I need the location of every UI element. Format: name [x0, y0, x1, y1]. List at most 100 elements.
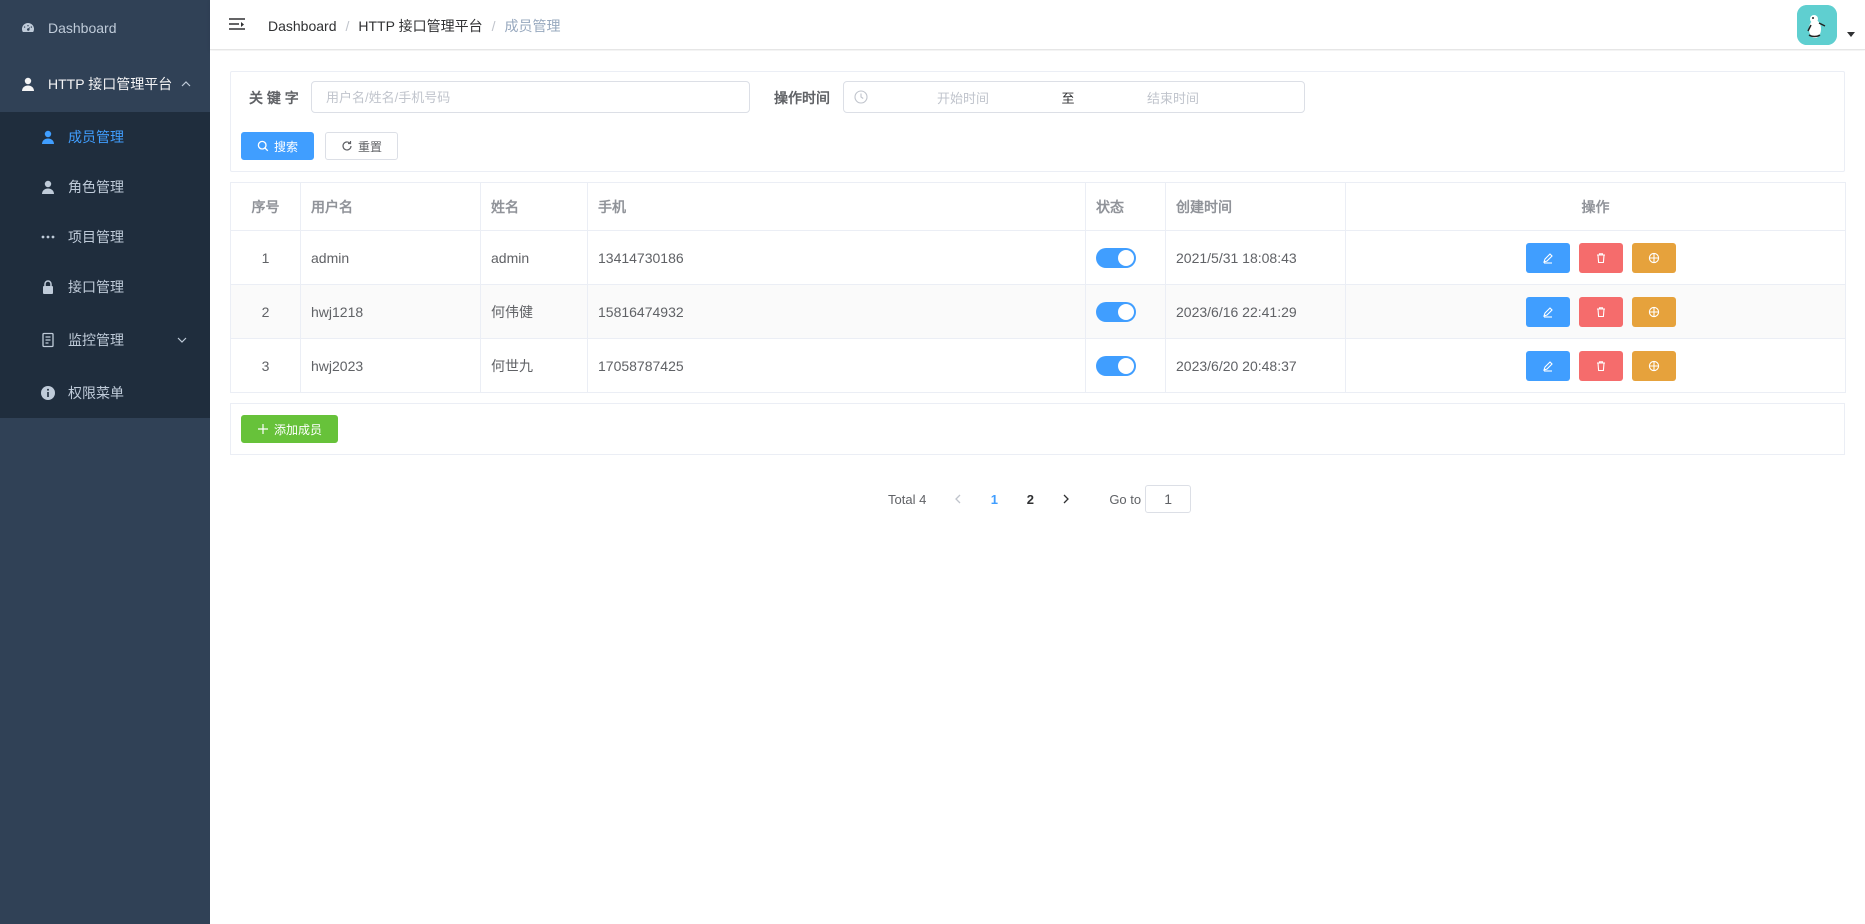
column-header: 创建时间: [1165, 182, 1346, 231]
permission-button[interactable]: [1631, 296, 1676, 327]
delete-icon: [1596, 252, 1605, 263]
sidebar-item-members[interactable]: 成员管理: [0, 112, 210, 162]
breadcrumb-separator: /: [345, 18, 350, 34]
pagination-goto: Go to: [1109, 485, 1192, 513]
page-number-1[interactable]: 1: [979, 485, 1009, 513]
cell-name: 何世九: [480, 338, 588, 393]
reset-button-label: 重置: [357, 139, 382, 154]
menu-dashboard[interactable]: Dashboard: [0, 0, 210, 56]
main-content: 关 键 字 操作时间 开始时间 至 结束时间 搜索 重置: [210, 51, 1865, 924]
prev-page-button[interactable]: [943, 485, 973, 513]
edit-button[interactable]: [1525, 296, 1570, 327]
delete-button[interactable]: [1578, 350, 1623, 381]
filter-panel: 关 键 字 操作时间 开始时间 至 结束时间 搜索 重置: [230, 71, 1845, 172]
plus-icon: [257, 423, 269, 435]
menu-http-platform-label: HTTP 接口管理平台: [48, 76, 173, 92]
breadcrumb: Dashboard / HTTP 接口管理平台 / 成员管理: [268, 16, 560, 36]
submenu-http-platform: 成员管理 角色管理 项目管理 接口管理 监控管理 权限菜单: [0, 112, 210, 418]
start-time-input[interactable]: 开始时间: [868, 88, 1058, 107]
cell-phone: 15816474932: [587, 284, 1086, 339]
sidebar-item-projects[interactable]: 项目管理: [0, 212, 210, 262]
edit-button[interactable]: [1525, 242, 1570, 273]
members-table: 序号 用户名 姓名 手机 状态 创建时间 操作 1 admin admin 13…: [230, 182, 1846, 393]
delete-button[interactable]: [1578, 296, 1623, 327]
delete-button[interactable]: [1578, 242, 1623, 273]
clock-icon: [854, 90, 868, 104]
date-range-picker[interactable]: 开始时间 至 结束时间: [843, 81, 1305, 113]
sidebar-item-roles[interactable]: 角色管理: [0, 162, 210, 212]
permission-button[interactable]: [1631, 242, 1676, 273]
reset-button[interactable]: 重置: [325, 132, 398, 160]
status-switch[interactable]: [1096, 301, 1136, 322]
permission-button[interactable]: [1631, 350, 1676, 381]
edit-icon: [1542, 360, 1553, 372]
edit-icon: [1542, 252, 1553, 264]
info-icon: [40, 385, 56, 401]
sidebar-item-label: 角色管理: [68, 179, 124, 195]
add-panel: 添加成员: [230, 403, 1845, 455]
status-switch[interactable]: [1096, 355, 1136, 376]
table-row: 3 hwj2023 何世九 17058787425 2023/6/20 20:4…: [230, 338, 1846, 393]
breadcrumb-platform[interactable]: HTTP 接口管理平台: [358, 16, 482, 36]
sidebar-item-interfaces[interactable]: 接口管理: [0, 262, 210, 312]
lock-icon: [40, 279, 56, 295]
keyword-input[interactable]: [311, 81, 750, 113]
delete-icon: [1596, 360, 1605, 371]
add-member-button[interactable]: 添加成员: [241, 415, 338, 443]
edit-icon: [1542, 306, 1553, 318]
time-label: 操作时间: [774, 90, 830, 106]
cell-name: admin: [480, 230, 588, 285]
avatar[interactable]: [1797, 5, 1837, 45]
status-switch[interactable]: [1096, 247, 1136, 268]
end-time-input[interactable]: 结束时间: [1078, 88, 1268, 107]
sidebar: Dashboard HTTP 接口管理平台 成员管理 角色管理 项目管理 接口管…: [0, 0, 210, 924]
next-page-button[interactable]: [1051, 485, 1081, 513]
column-header: 手机: [587, 182, 1086, 231]
range-separator: 至: [1061, 90, 1075, 106]
user-icon: [40, 179, 56, 195]
hamburger-icon[interactable]: [228, 16, 246, 34]
sidebar-item-label: 监控管理: [68, 332, 124, 348]
caret-down-icon[interactable]: [1847, 32, 1855, 37]
page-number-2[interactable]: 2: [1015, 485, 1045, 513]
breadcrumb-dashboard[interactable]: Dashboard: [268, 18, 337, 34]
cell-username: hwj2023: [300, 338, 481, 393]
table-row: 1 admin admin 13414730186 2021/5/31 18:0…: [230, 230, 1846, 285]
column-header: 状态: [1085, 182, 1166, 231]
search-icon: [257, 140, 269, 152]
cell-phone: 17058787425: [587, 338, 1086, 393]
cell-username: admin: [300, 230, 481, 285]
cell-status: [1085, 338, 1166, 393]
pagination: Total 4 1 2 Go to: [888, 484, 1192, 514]
delete-icon: [1596, 306, 1605, 317]
cell-created: 2021/5/31 18:08:43: [1165, 230, 1346, 285]
search-button-label: 搜索: [273, 139, 298, 154]
sidebar-item-label: 成员管理: [68, 129, 124, 145]
goto-page-input[interactable]: [1145, 485, 1192, 513]
sidebar-item-label: 项目管理: [68, 229, 124, 245]
add-member-label: 添加成员: [273, 422, 322, 437]
cell-actions: [1345, 230, 1846, 285]
menu-dashboard-label: Dashboard: [48, 20, 117, 36]
target-icon: [1648, 360, 1659, 371]
cell-actions: [1345, 284, 1846, 339]
chevron-up-icon: [180, 78, 192, 90]
chevron-left-icon: [955, 494, 961, 504]
sidebar-item-monitor[interactable]: 监控管理: [0, 312, 210, 368]
cell-index: 2: [230, 284, 301, 339]
target-icon: [1648, 306, 1659, 317]
sidebar-item-permissions[interactable]: 权限菜单: [0, 368, 210, 418]
edit-button[interactable]: [1525, 350, 1570, 381]
breadcrumb-separator: /: [491, 18, 496, 34]
more-icon: [40, 229, 56, 245]
search-button[interactable]: 搜索: [241, 132, 314, 160]
cell-phone: 13414730186: [587, 230, 1086, 285]
dashboard-icon: [20, 20, 36, 36]
cell-name: 何伟健: [480, 284, 588, 339]
cell-created: 2023/6/16 22:41:29: [1165, 284, 1346, 339]
document-icon: [40, 332, 56, 348]
sidebar-item-label: 接口管理: [68, 279, 124, 295]
menu-http-platform[interactable]: HTTP 接口管理平台: [0, 56, 210, 112]
user-icon: [40, 129, 56, 145]
user-icon: [20, 76, 36, 92]
